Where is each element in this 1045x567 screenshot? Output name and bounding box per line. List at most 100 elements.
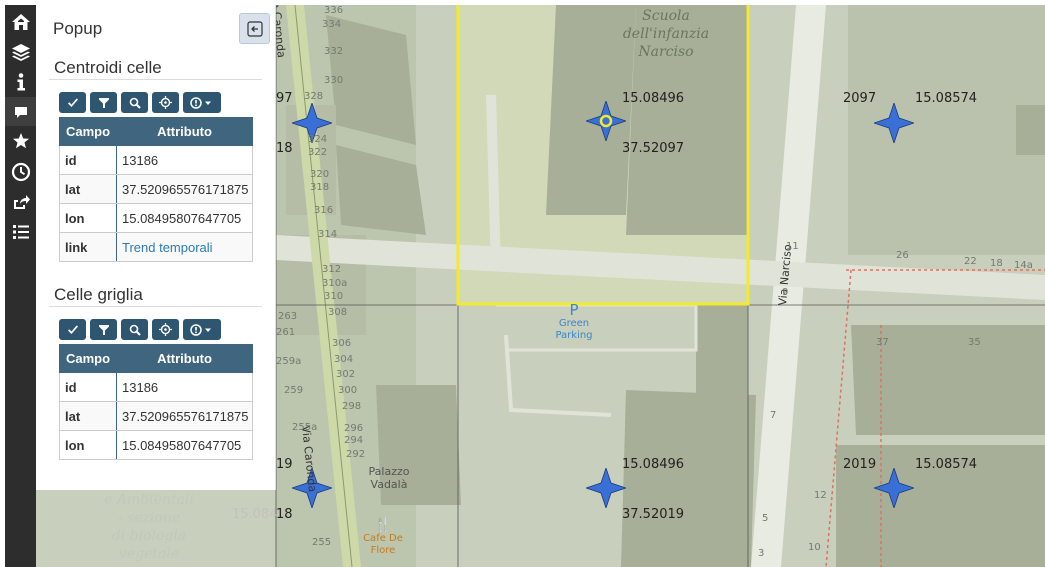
table-row: link Trend temporali <box>59 232 253 262</box>
house-number: 259 <box>284 385 304 396</box>
house-number: 10 <box>808 542 821 553</box>
toolbar-rail <box>5 5 36 567</box>
house-number: 302 <box>336 369 356 380</box>
section-title-centroidi: Centroidi celle <box>54 58 162 77</box>
house-number: 259a <box>276 356 302 367</box>
field-value: Trend temporali <box>116 232 253 262</box>
lon-label: 15.08496 <box>622 91 685 106</box>
field-name: lon <box>59 430 117 460</box>
house-number: 255 <box>312 537 332 548</box>
field-value: 13186 <box>116 372 253 402</box>
popup-icon[interactable] <box>5 97 36 126</box>
layers-icon[interactable] <box>5 37 36 66</box>
info-icon[interactable] <box>5 67 36 96</box>
filter-button[interactable] <box>90 92 117 113</box>
field-value: 37.520965576171875 <box>116 174 253 204</box>
check-button[interactable] <box>59 92 86 113</box>
house-number: 318 <box>310 182 330 193</box>
house-number: 294 <box>344 435 364 446</box>
table-row: lat 37.520965576171875 <box>59 174 253 204</box>
section-divider <box>49 306 262 307</box>
column-header: Campo <box>59 344 117 373</box>
house-number: 5 <box>762 513 769 524</box>
filter-button[interactable] <box>90 319 117 340</box>
locate-button[interactable] <box>152 92 179 113</box>
cafe-icon: 🍴 <box>374 517 392 533</box>
lon-label: 15.08574 <box>915 457 978 472</box>
lon-label: 15.08496 <box>622 457 685 472</box>
field-name: id <box>59 372 117 402</box>
faded-line: e Ambientali <box>104 492 194 508</box>
lat-label: 19 <box>276 457 293 472</box>
table-header-row: Campo Attributo <box>59 344 253 373</box>
lat-label: 37.52019 <box>622 507 685 522</box>
lat-label: 37.52097 <box>622 141 685 156</box>
filter-icon <box>98 97 109 108</box>
house-number: 292 <box>346 449 366 460</box>
info-dropdown-icon <box>190 323 211 336</box>
palazzo-label-line: Vadalà <box>370 478 408 491</box>
history-icon[interactable] <box>5 157 36 186</box>
options-dropdown-button[interactable] <box>183 92 221 113</box>
palazzo-label: Palazzo Vadalà <box>354 465 424 491</box>
list-icon[interactable] <box>5 217 36 246</box>
lon-label: 18 <box>276 507 293 522</box>
column-header: Campo <box>59 117 117 146</box>
locate-button[interactable] <box>152 319 179 340</box>
section-title-celle-griglia: Celle griglia <box>54 285 143 304</box>
check-icon <box>67 97 78 107</box>
zoom-button[interactable] <box>121 92 148 113</box>
parking-label: Green <box>558 318 590 329</box>
lon-label: 15.08574 <box>915 91 978 106</box>
faded-line: vegetale <box>118 546 180 562</box>
lon-label-faded: 15.084 <box>232 507 278 522</box>
info-dropdown-icon <box>190 96 211 109</box>
house-number: 322 <box>308 147 328 158</box>
house-number: 12 <box>814 490 827 501</box>
table-row: lon 15.08495807647705 <box>59 430 253 460</box>
centroid-marker[interactable] <box>586 468 626 508</box>
options-dropdown-button[interactable] <box>183 319 221 340</box>
share-icon[interactable] <box>5 187 36 216</box>
palazzo-label-line: Palazzo <box>368 465 410 478</box>
house-number: 3 <box>758 548 765 559</box>
centroid-marker[interactable] <box>874 103 914 143</box>
house-number: 304 <box>334 354 354 365</box>
house-number: 314 <box>318 229 338 240</box>
school-label-line: Scuola <box>642 8 690 24</box>
section-toolbar <box>59 319 221 341</box>
column-header: Attributo <box>116 344 253 373</box>
table-row: lat 37.520965576171875 <box>59 401 253 431</box>
house-number: 324 <box>308 134 328 145</box>
field-name: lon <box>59 203 117 233</box>
zoom-icon <box>129 324 141 336</box>
home-icon[interactable] <box>5 7 36 36</box>
lon-label: 18 <box>276 141 293 156</box>
zoom-icon <box>129 97 141 109</box>
centroid-marker[interactable] <box>874 468 914 508</box>
lat-label: 2097 <box>843 91 877 106</box>
field-value: 13186 <box>116 145 253 175</box>
field-name: link <box>59 232 117 262</box>
faded-line: di biologia <box>111 528 187 544</box>
collapse-panel-button[interactable] <box>239 13 270 44</box>
zoom-button[interactable] <box>121 319 148 340</box>
house-number: 306 <box>332 338 352 349</box>
trend-link[interactable]: Trend temporali <box>122 240 213 255</box>
check-icon <box>67 324 78 334</box>
school-label-line: Narciso <box>638 44 694 60</box>
house-number: 320 <box>310 169 330 180</box>
house-number: 263 <box>278 311 298 322</box>
house-number: 9 <box>782 287 789 298</box>
check-button[interactable] <box>59 319 86 340</box>
parking-label: Parking <box>555 330 593 341</box>
section-divider <box>49 79 262 80</box>
table-row: id 13186 <box>59 372 253 402</box>
selected-centroid-marker[interactable] <box>586 101 626 141</box>
table-row: lon 15.08495807647705 <box>59 203 253 233</box>
crosshair-icon <box>159 96 172 109</box>
lat-label: 97 <box>276 91 293 106</box>
star-icon[interactable] <box>5 126 36 155</box>
field-value: 15.08495807647705 <box>116 203 253 233</box>
collapse-left-icon <box>246 20 263 37</box>
